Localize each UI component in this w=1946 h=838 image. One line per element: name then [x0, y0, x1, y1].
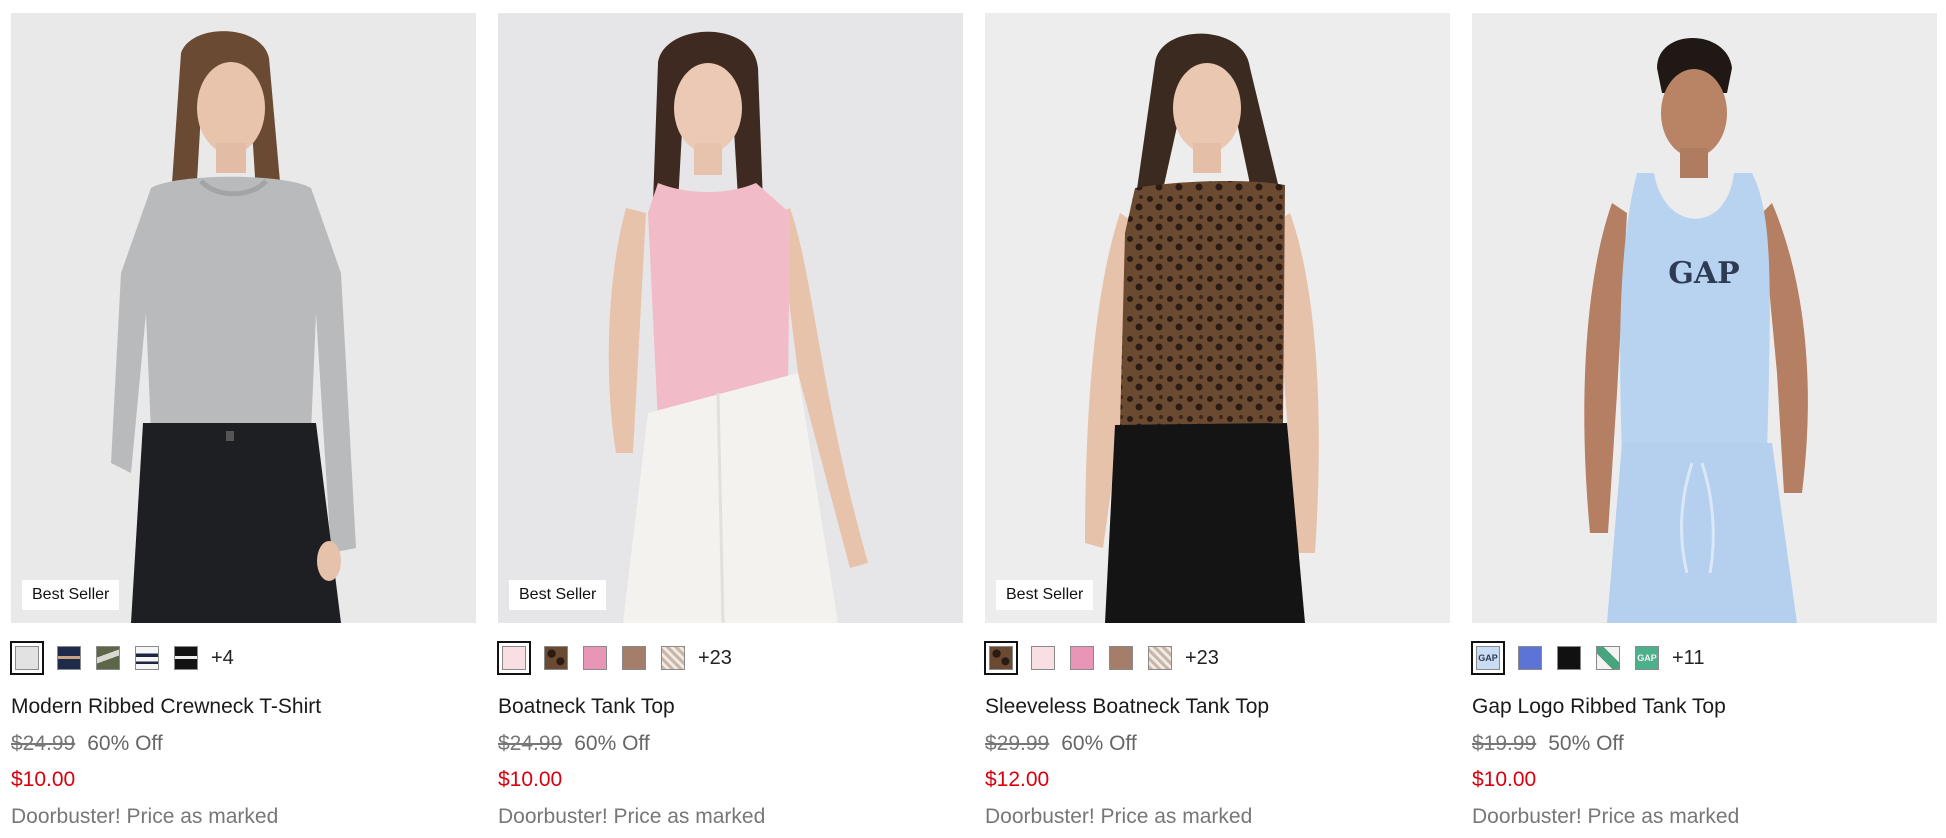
original-price: $24.99 — [11, 732, 76, 755]
swatch-light-grey[interactable] — [10, 641, 44, 675]
price-row: $29.99 60% Off — [985, 731, 1450, 757]
swatch-white-navy-stripe[interactable] — [135, 646, 159, 670]
discount-label: 60% Off — [574, 732, 650, 755]
logo-text: GAP — [1668, 256, 1739, 291]
swatch-pink[interactable] — [583, 646, 607, 670]
best-seller-badge: Best Seller — [996, 580, 1094, 610]
price-row: $24.99 60% Off — [11, 731, 476, 757]
swatch-olive-stripe[interactable] — [96, 646, 120, 670]
swatch-houndstooth[interactable] — [1148, 646, 1172, 670]
product-card: Best Seller +23 Sleeveless Boatneck Tank… — [984, 13, 1450, 830]
swatch-white-green-logo[interactable] — [1596, 646, 1620, 670]
color-swatches: +4 — [10, 638, 476, 678]
discount-label: 50% Off — [1548, 732, 1624, 755]
product-name[interactable]: Sleeveless Boatneck Tank Top — [985, 694, 1450, 720]
original-price: $24.99 — [498, 732, 563, 755]
swatch-black-white-stripe[interactable] — [174, 646, 198, 670]
more-colors-link[interactable]: +23 — [698, 647, 732, 670]
swatch-light-blue-logo[interactable]: GAP — [1471, 641, 1505, 675]
swatch-brown[interactable] — [622, 646, 646, 670]
product-image[interactable]: Best Seller — [11, 13, 476, 623]
price-row: $24.99 60% Off — [498, 731, 963, 757]
more-colors-link[interactable]: +11 — [1672, 647, 1704, 670]
price-row: $19.99 50% Off — [1472, 731, 1937, 757]
best-seller-badge: Best Seller — [509, 580, 607, 610]
product-grid: Best Seller +4 Modern Ribbed Crewneck T-… — [0, 0, 1946, 838]
swatch-navy-stripe[interactable] — [57, 646, 81, 670]
swatch-brown[interactable] — [1109, 646, 1133, 670]
discount-label: 60% Off — [1061, 732, 1137, 755]
swatch-pink[interactable] — [1070, 646, 1094, 670]
color-swatches: +23 — [984, 638, 1450, 678]
best-seller-badge: Best Seller — [22, 580, 120, 610]
swatch-leopard[interactable] — [984, 641, 1018, 675]
swatch-green-logo[interactable]: GAP — [1635, 646, 1659, 670]
promo-text: Doorbuster! Price as marked — [11, 805, 279, 828]
sale-price: $10.00 — [1472, 768, 1537, 791]
original-price: $19.99 — [1472, 732, 1537, 755]
swatch-light-pink[interactable] — [1031, 646, 1055, 670]
original-price: $29.99 — [985, 732, 1050, 755]
product-name[interactable]: Modern Ribbed Crewneck T-Shirt — [11, 694, 476, 720]
color-swatches: +23 — [497, 638, 963, 678]
promo-text: Doorbuster! Price as marked — [985, 805, 1253, 828]
swatch-royal-blue[interactable] — [1518, 646, 1542, 670]
product-image[interactable]: Best Seller — [498, 13, 963, 623]
discount-label: 60% Off — [87, 732, 163, 755]
sale-price: $10.00 — [498, 768, 563, 791]
swatch-houndstooth[interactable] — [661, 646, 685, 670]
product-image[interactable]: Best Seller — [985, 13, 1450, 623]
product-name[interactable]: Gap Logo Ribbed Tank Top — [1472, 694, 1937, 720]
swatch-black[interactable] — [1557, 646, 1581, 670]
product-card: Best Seller +23 Boatneck Tank Top $24.99… — [497, 13, 963, 830]
promo-text: Doorbuster! Price as marked — [498, 805, 766, 828]
color-swatches: GAP GAP +11 — [1471, 638, 1937, 678]
promo-text: Doorbuster! Price as marked — [1472, 805, 1740, 828]
swatch-leopard[interactable] — [544, 646, 568, 670]
product-card: GAP GAP GAP +11 Gap Logo Ribbed Tank Top… — [1471, 13, 1937, 830]
product-name[interactable]: Boatneck Tank Top — [498, 694, 963, 720]
sale-price: $12.00 — [985, 768, 1050, 791]
more-colors-link[interactable]: +4 — [211, 647, 234, 670]
sale-price: $10.00 — [11, 768, 76, 791]
more-colors-link[interactable]: +23 — [1185, 647, 1219, 670]
product-image[interactable]: GAP — [1472, 13, 1937, 623]
product-card: Best Seller +4 Modern Ribbed Crewneck T-… — [10, 13, 476, 830]
swatch-light-pink[interactable] — [497, 641, 531, 675]
